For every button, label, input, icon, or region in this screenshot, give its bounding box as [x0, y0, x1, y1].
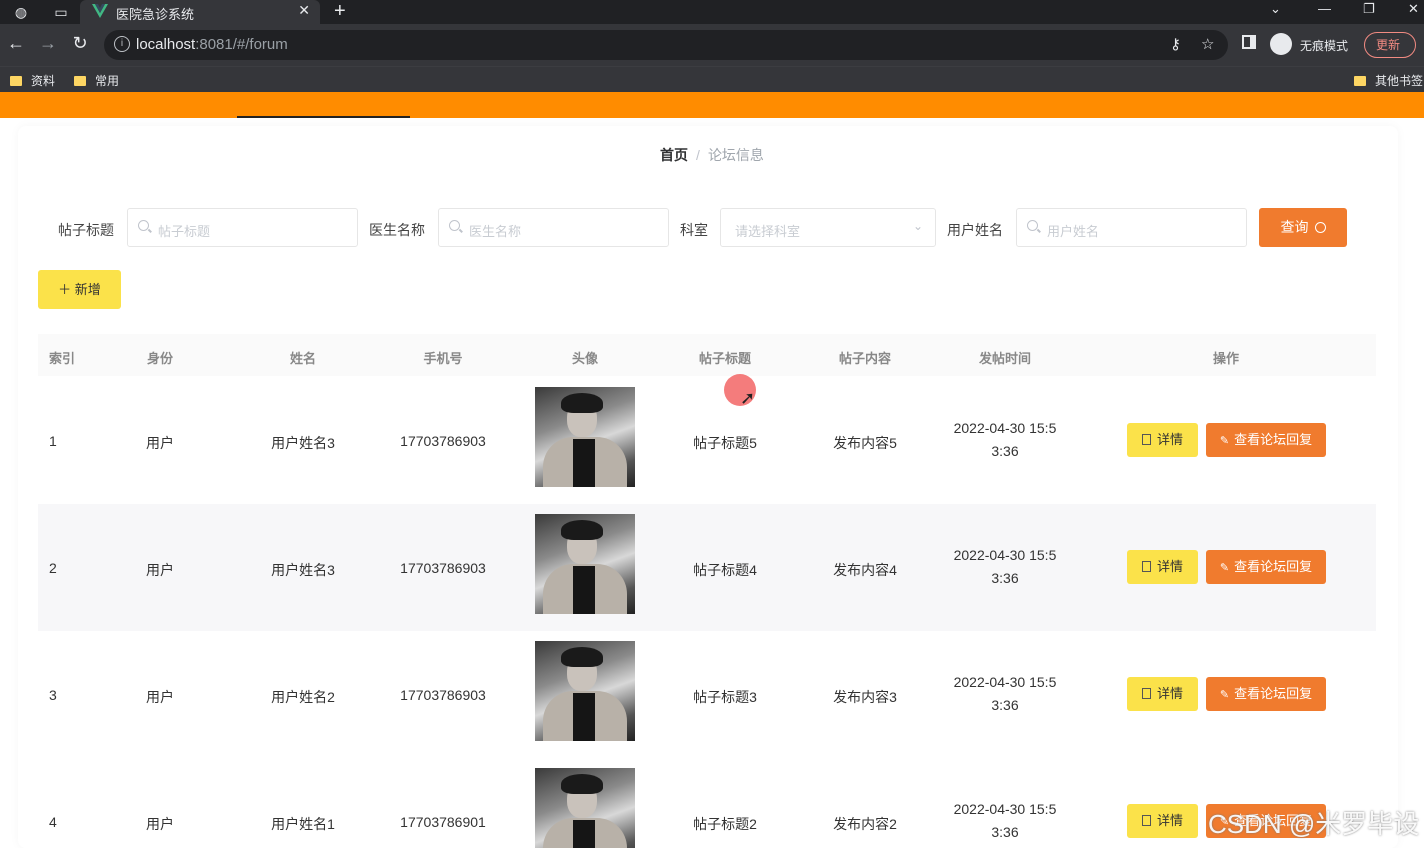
tab-title: 医院急诊系统	[116, 7, 195, 22]
table-row: 1 用户 用户姓名3 17703786903 帖子标题5 发布内容5 2022-…	[38, 377, 1376, 504]
title-search-input[interactable]: 帖子标题	[127, 208, 358, 247]
restore-icon[interactable]: ❐	[1363, 1, 1375, 17]
incognito-label: 无痕模式	[1300, 39, 1349, 53]
new-tab-icon[interactable]: +	[334, 0, 346, 22]
watermark: CSDN @米罗毕设	[1208, 809, 1420, 839]
top-nav-bar	[0, 92, 1424, 118]
edit-icon: ✎	[1219, 435, 1230, 447]
search-icon	[1027, 220, 1038, 231]
back-icon[interactable]: ←	[5, 33, 27, 54]
key-icon[interactable]: ⚷	[1170, 35, 1181, 53]
query-button[interactable]: 查询	[1259, 208, 1347, 247]
user-search-input[interactable]: 用户姓名	[1016, 208, 1247, 247]
reload-icon[interactable]: ↻	[69, 33, 91, 54]
avatar	[535, 768, 635, 848]
folder-icon	[1354, 76, 1366, 86]
col-phone: 手机号	[423, 351, 463, 366]
detail-button[interactable]: 详情	[1127, 804, 1198, 838]
doctor-filter-label: 医生名称	[369, 222, 425, 238]
browser-tab-bar: ◍ ▭ 医院急诊系统 ✕ + ⌄ — ❐ ✕	[0, 0, 1424, 24]
doctor-search-input[interactable]: 医生名称	[438, 208, 669, 247]
document-icon	[1141, 434, 1151, 445]
detail-button[interactable]: 详情	[1127, 550, 1198, 584]
edit-icon: ✎	[1219, 689, 1230, 701]
chevron-down-icon: ⌄	[912, 219, 923, 233]
col-actions: 操作	[1212, 351, 1239, 366]
detail-button[interactable]: 详情	[1127, 423, 1198, 457]
edit-icon: ✎	[1219, 562, 1230, 574]
view-replies-button[interactable]: ✎ 查看论坛回复	[1206, 550, 1326, 584]
bookmarks-bar: 资料 常用 其他书签	[0, 66, 1424, 92]
title-filter-label: 帖子标题	[58, 222, 114, 238]
tab-search-icon[interactable]: ▭	[52, 3, 70, 21]
dept-filter-label: 科室	[680, 222, 708, 238]
dept-select[interactable]: 请选择科室 ⌄	[720, 208, 936, 247]
avatar	[535, 514, 635, 614]
document-icon	[1141, 688, 1151, 699]
avatar	[535, 641, 635, 741]
globe-icon[interactable]: ◍	[12, 3, 30, 21]
folder-icon	[74, 76, 86, 86]
search-icon	[449, 220, 460, 231]
col-time: 发帖时间	[978, 351, 1031, 366]
folder-icon	[10, 76, 22, 86]
side-panel-icon[interactable]	[1242, 35, 1256, 49]
col-title: 帖子标题	[698, 351, 751, 366]
table-header: 索引 身份 姓名 手机号 头像 帖子标题 帖子内容 发帖时间 操作	[38, 334, 1376, 376]
other-bookmarks[interactable]: 其他书签	[1354, 72, 1423, 89]
breadcrumb-home[interactable]: 首页	[660, 147, 688, 163]
browser-tab[interactable]: 医院急诊系统 ✕	[80, 0, 320, 24]
site-info-icon[interactable]: i	[114, 36, 130, 52]
col-content: 帖子内容	[838, 351, 891, 366]
breadcrumb-separator: /	[696, 147, 700, 163]
minimize-icon[interactable]: —	[1318, 1, 1331, 16]
active-nav-indicator	[237, 116, 410, 118]
close-tab-icon[interactable]: ✕	[298, 2, 310, 19]
user-filter-label: 用户姓名	[947, 222, 1003, 238]
incognito-icon[interactable]	[1270, 33, 1292, 55]
star-icon[interactable]: ☆	[1201, 35, 1214, 53]
avatar	[535, 387, 635, 487]
search-icon	[1314, 222, 1326, 233]
col-index: 索引	[49, 351, 76, 366]
breadcrumb-current: 论坛信息	[707, 147, 764, 163]
address-bar[interactable]: i localhost:8081/#/forum ⚷ ☆	[104, 30, 1228, 60]
table-row: 4 用户 用户姓名1 17703786901 帖子标题2 发布内容2 2022-…	[38, 758, 1376, 848]
document-icon	[1141, 561, 1151, 572]
browser-toolbar: ← → ↻ i localhost:8081/#/forum ⚷ ☆ 无痕模式 …	[0, 24, 1424, 66]
close-window-icon[interactable]: ✕	[1408, 1, 1419, 17]
view-replies-button[interactable]: ✎ 查看论坛回复	[1206, 423, 1326, 457]
update-button[interactable]: 更新	[1364, 32, 1416, 58]
bookmark-folder[interactable]: 资料	[10, 72, 55, 89]
tab-list-icon[interactable]: ⌄	[1270, 1, 1281, 17]
col-avatar: 头像	[571, 351, 598, 366]
forward-icon[interactable]: →	[37, 33, 59, 54]
search-icon	[138, 220, 149, 231]
add-button[interactable]: ＋ 新增	[38, 270, 121, 309]
detail-button[interactable]: 详情	[1127, 677, 1198, 711]
url-text: localhost:8081/#/forum	[136, 36, 288, 53]
col-name: 姓名	[289, 351, 316, 366]
col-role: 身份	[146, 351, 173, 366]
plus-icon: ＋	[58, 282, 75, 297]
document-icon	[1141, 815, 1151, 826]
table-row: 2 用户 用户姓名3 17703786903 帖子标题4 发布内容4 2022-…	[38, 504, 1376, 631]
mouse-cursor-icon: ➚	[740, 388, 756, 408]
vue-logo-icon	[92, 4, 108, 18]
table-row: 3 用户 用户姓名2 17703786903 帖子标题3 发布内容3 2022-…	[38, 631, 1376, 758]
view-replies-button[interactable]: ✎ 查看论坛回复	[1206, 677, 1326, 711]
breadcrumb: 首页 / 论坛信息	[0, 145, 1424, 165]
bookmark-folder[interactable]: 常用	[74, 72, 119, 89]
